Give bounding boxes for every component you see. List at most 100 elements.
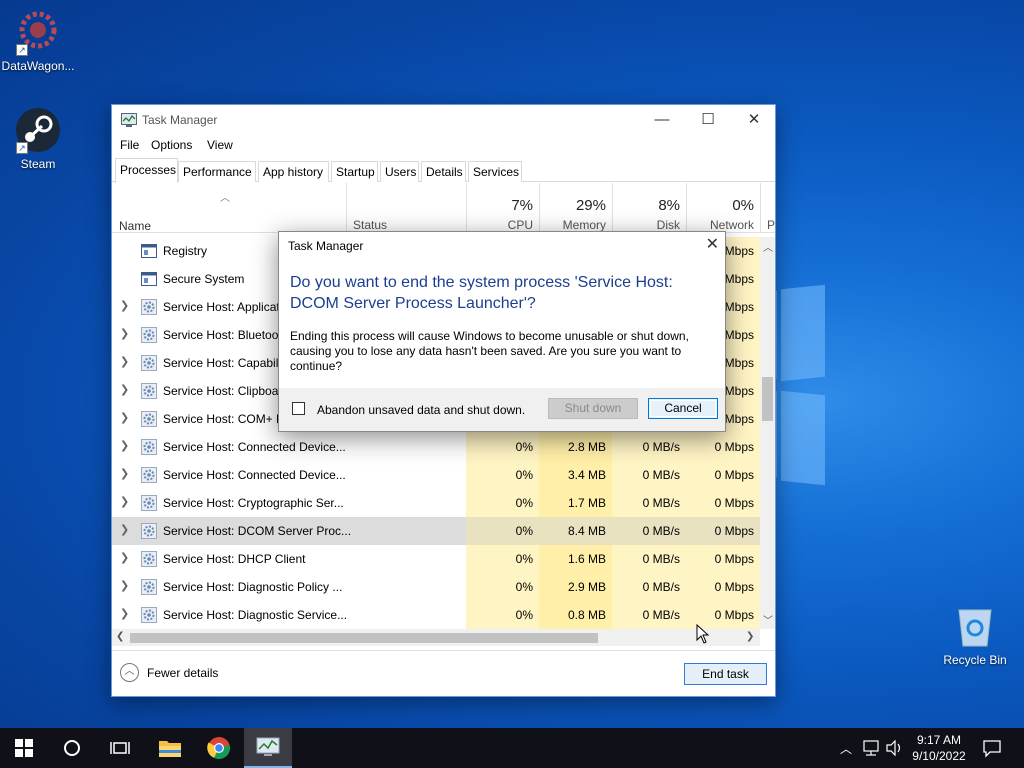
task-manager-icon: [121, 113, 137, 127]
title-bar[interactable]: Task Manager — ☐ ✕: [112, 105, 775, 135]
desktop-icon-recycle-bin[interactable]: Recycle Bin: [937, 602, 1013, 667]
expand-chevron-icon[interactable]: ❯: [120, 467, 129, 480]
expand-chevron-icon[interactable]: ❯: [120, 495, 129, 508]
process-name: Service Host: Clipboar: [163, 384, 283, 398]
column-name[interactable]: Name: [119, 219, 151, 233]
notification-icon[interactable]: [982, 738, 1002, 758]
start-button[interactable]: [0, 728, 48, 768]
service-gear-icon: [141, 579, 157, 595]
expand-chevron-icon[interactable]: ❯: [120, 327, 129, 340]
column-disk[interactable]: 8% Disk: [612, 183, 686, 233]
expand-chevron-icon[interactable]: ❯: [120, 411, 129, 424]
network-icon[interactable]: [862, 740, 880, 756]
process-network: 0 Mbps: [686, 573, 760, 601]
end-task-button[interactable]: End task: [684, 663, 767, 685]
tray-overflow-icon[interactable]: ︿: [840, 740, 852, 757]
shortcut-arrow-icon: ↗: [16, 142, 28, 154]
column-network[interactable]: 0% Network: [686, 183, 760, 233]
column-power[interactable]: P: [760, 183, 775, 233]
process-name: Service Host: Connected Device...: [163, 468, 346, 482]
hscroll-thumb[interactable]: [130, 633, 598, 643]
shut-down-button[interactable]: Shut down: [548, 398, 638, 419]
dialog-footer: Abandon unsaved data and shut down. Shut…: [279, 388, 725, 431]
scroll-up-icon[interactable]: ︿: [763, 239, 773, 254]
volume-icon[interactable]: [885, 740, 903, 756]
process-cpu: 0%: [466, 545, 539, 573]
column-cpu[interactable]: 7% CPU: [466, 183, 539, 233]
process-cpu: 0%: [466, 489, 539, 517]
menu-file[interactable]: File: [120, 138, 139, 152]
abandon-data-checkbox[interactable]: [292, 402, 305, 415]
chrome-button[interactable]: [195, 728, 243, 768]
abandon-data-label[interactable]: Abandon unsaved data and shut down.: [317, 403, 525, 417]
column-header: ︿ Name Status 7% CPU 29% Memory 8% Disk …: [112, 183, 775, 233]
process-row[interactable]: ❯ Service Host: Connected Device... 0% 3.4 …: [112, 461, 760, 489]
sort-arrow-icon: ︿: [220, 193, 230, 204]
process-name: Service Host: DHCP Client: [163, 552, 306, 566]
tab-app-history[interactable]: App history: [258, 161, 329, 182]
expand-chevron-icon[interactable]: ❯: [120, 439, 129, 452]
process-name: Service Host: Diagnostic Service...: [163, 608, 348, 622]
process-disk: 0 MB/s: [612, 461, 686, 489]
cancel-button[interactable]: Cancel: [648, 398, 718, 419]
service-gear-icon: [141, 495, 157, 511]
process-name: Service Host: Applicat: [163, 300, 280, 314]
process-row[interactable]: ❯ Service Host: Cryptographic Ser... 0% 1.7…: [112, 489, 760, 517]
column-status-header[interactable]: Status: [346, 183, 466, 233]
task-view-button[interactable]: [96, 728, 144, 768]
scroll-down-icon[interactable]: ﹀: [763, 612, 773, 627]
tab-processes[interactable]: Processes: [115, 158, 178, 183]
expand-chevron-icon[interactable]: ❯: [120, 355, 129, 368]
expand-chevron-icon[interactable]: ❯: [120, 523, 129, 536]
vertical-scrollbar[interactable]: ︿ ﹀: [760, 237, 775, 629]
menu-bar: File Options View: [112, 135, 775, 157]
desktop-icon-datawagon[interactable]: ↗ DataWagon...: [0, 8, 76, 73]
process-row[interactable]: ❯ Service Host: DHCP Client 0% 1.6 MB 0 MB/s…: [112, 545, 760, 573]
file-explorer-button[interactable]: [146, 728, 194, 768]
scroll-thumb[interactable]: [762, 377, 773, 421]
scroll-left-icon[interactable]: ❮: [116, 631, 124, 642]
dialog-close-icon[interactable]: ✕: [706, 234, 719, 254]
process-row[interactable]: ❯ Service Host: Connected Device... 0% 2.8 …: [112, 433, 760, 461]
recycle-bin-icon: [958, 609, 992, 647]
minimize-button[interactable]: —: [639, 105, 685, 135]
service-gear-icon: [141, 607, 157, 623]
horizontal-scrollbar[interactable]: ❮ ❯: [112, 629, 760, 646]
expand-chevron-icon[interactable]: ❯: [120, 607, 129, 620]
expand-chevron-icon[interactable]: ❯: [120, 551, 129, 564]
process-name: Service Host: Capabili: [163, 356, 282, 370]
dialog-question: Do you want to end the system process 'S…: [290, 274, 673, 312]
tab-performance[interactable]: Performance: [178, 161, 256, 182]
column-memory[interactable]: 29% Memory: [539, 183, 612, 233]
menu-options[interactable]: Options: [151, 138, 192, 152]
clock[interactable]: 9:17 AM 9/10/2022: [905, 732, 973, 764]
close-button[interactable]: ✕: [731, 105, 777, 135]
process-memory: 1.7 MB: [539, 489, 612, 517]
process-row[interactable]: ❯ Service Host: Diagnostic Policy ... 0% 2.…: [112, 573, 760, 601]
menu-view[interactable]: View: [207, 138, 233, 152]
process-disk: 0 MB/s: [612, 545, 686, 573]
taskbar: ︿ 9:17 AM 9/10/2022: [0, 728, 1024, 768]
process-row[interactable]: ❯ Service Host: Diagnostic Service... 0% 0.…: [112, 601, 760, 629]
process-memory: 3.4 MB: [539, 461, 612, 489]
tab-users[interactable]: Users: [380, 161, 419, 182]
search-button[interactable]: [48, 728, 96, 768]
expand-chevron-icon[interactable]: ❯: [120, 579, 129, 592]
expand-chevron-icon[interactable]: ❯: [120, 299, 129, 312]
maximize-button[interactable]: ☐: [685, 105, 731, 135]
fewer-details-toggle[interactable]: ︿ Fewer details: [120, 663, 218, 682]
tab-strip: Processes Performance App history Startu…: [112, 158, 775, 183]
task-view-icon: [110, 742, 130, 754]
scroll-right-icon[interactable]: ❯: [746, 631, 754, 642]
tab-details[interactable]: Details: [421, 161, 466, 182]
expand-chevron-icon[interactable]: ❯: [120, 383, 129, 396]
desktop-icon-steam[interactable]: ↗ Steam: [0, 106, 76, 171]
process-memory: 8.4 MB: [539, 517, 612, 545]
process-cpu: 0%: [466, 517, 539, 545]
tab-services[interactable]: Services: [468, 161, 522, 182]
tab-startup[interactable]: Startup: [331, 161, 378, 182]
process-name: Service Host: COM+ E: [163, 412, 285, 426]
process-name: Service Host: DCOM Server Proc...: [163, 524, 352, 538]
task-manager-taskbar-button[interactable]: [244, 728, 292, 768]
process-row[interactable]: ❯ Service Host: DCOM Server Proc... 0% 8.4 …: [112, 517, 760, 545]
